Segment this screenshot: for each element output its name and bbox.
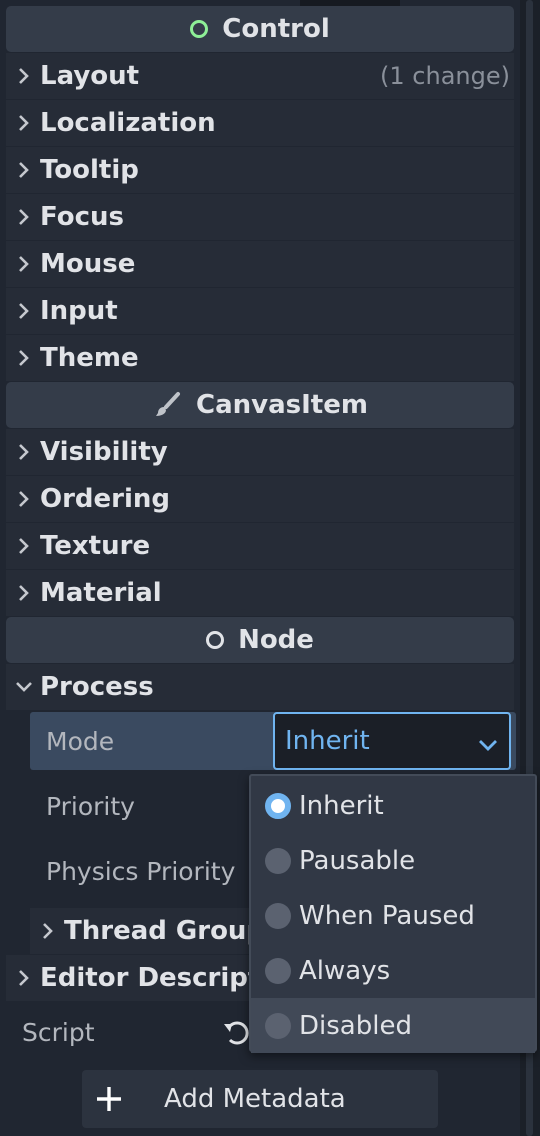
- chevron-right-icon: [12, 349, 36, 367]
- group-label: Layout: [40, 61, 140, 91]
- group-tooltip[interactable]: Tooltip: [6, 147, 514, 193]
- chevron-right-icon: [12, 161, 36, 179]
- mode-dropdown-value: Inherit: [285, 726, 370, 756]
- section-title-control: Control: [222, 14, 330, 44]
- group-label: Texture: [40, 531, 151, 561]
- group-input[interactable]: Input: [6, 288, 514, 334]
- option-inherit[interactable]: Inherit: [251, 778, 535, 833]
- node-ring-icon: [206, 631, 225, 649]
- chevron-right-icon: [12, 255, 36, 273]
- control-ring-icon: [190, 20, 209, 38]
- group-label: Theme: [40, 343, 139, 373]
- add-metadata-button[interactable]: Add Metadata: [82, 1070, 438, 1128]
- mode-options-popup: Inherit Pausable When Paused Always Disa…: [249, 774, 537, 1053]
- group-localization[interactable]: Localization: [6, 100, 514, 146]
- group-label: Visibility: [40, 437, 168, 467]
- group-texture[interactable]: Texture: [6, 523, 514, 569]
- option-label: Always: [299, 955, 391, 986]
- group-label: Thread Group: [64, 916, 266, 946]
- group-label: Tooltip: [40, 155, 139, 185]
- group-theme[interactable]: Theme: [6, 335, 514, 381]
- script-label: Script: [22, 1017, 95, 1047]
- group-label: Ordering: [40, 484, 171, 514]
- option-label: When Paused: [299, 900, 475, 931]
- reset-icon[interactable]: [222, 1018, 252, 1050]
- group-material[interactable]: Material: [6, 570, 514, 616]
- radio-icon: [265, 957, 291, 984]
- chevron-right-icon: [36, 922, 60, 940]
- radio-icon: [265, 847, 291, 874]
- group-mouse[interactable]: Mouse: [6, 241, 514, 287]
- change-count: (1 change): [380, 62, 510, 90]
- chevron-right-icon: [12, 302, 36, 320]
- option-label: Inherit: [299, 790, 384, 821]
- chevron-down-icon: [477, 730, 499, 760]
- group-label: Localization: [40, 108, 216, 138]
- chevron-down-icon: [12, 680, 36, 694]
- radio-checked-icon: [265, 792, 291, 819]
- group-focus[interactable]: Focus: [6, 194, 514, 240]
- chevron-right-icon: [12, 208, 36, 226]
- group-label: Focus: [40, 202, 124, 232]
- group-label: Material: [40, 578, 162, 608]
- option-label: Disabled: [299, 1010, 412, 1041]
- priority-label: Priority: [46, 791, 135, 821]
- group-label: Editor Descripti: [40, 963, 270, 993]
- radio-icon: [265, 1012, 291, 1039]
- group-label: Input: [40, 296, 118, 326]
- radio-icon: [265, 902, 291, 929]
- group-visibility[interactable]: Visibility: [6, 429, 514, 475]
- chevron-right-icon: [12, 67, 36, 85]
- chevron-right-icon: [12, 490, 36, 508]
- group-ordering[interactable]: Ordering: [6, 476, 514, 522]
- option-always[interactable]: Always: [251, 943, 535, 998]
- group-label: Mouse: [40, 249, 136, 279]
- option-pausable[interactable]: Pausable: [251, 833, 535, 888]
- chevron-right-icon: [12, 584, 36, 602]
- mode-property-row: Mode Inherit: [30, 712, 516, 770]
- plus-icon: [94, 1084, 124, 1114]
- section-header-canvasitem: CanvasItem: [6, 382, 514, 428]
- section-title-node: Node: [238, 625, 314, 655]
- chevron-right-icon: [12, 969, 36, 987]
- chevron-right-icon: [12, 537, 36, 555]
- option-when-paused[interactable]: When Paused: [251, 888, 535, 943]
- chevron-right-icon: [12, 114, 36, 132]
- section-header-control: Control: [6, 6, 514, 52]
- option-disabled[interactable]: Disabled: [251, 998, 535, 1053]
- physics-priority-label: Physics Priority: [46, 856, 236, 886]
- group-layout[interactable]: Layout (1 change): [6, 53, 514, 99]
- mode-dropdown[interactable]: Inherit: [273, 712, 511, 770]
- group-label: Process: [40, 672, 154, 702]
- mode-label: Mode: [46, 726, 115, 756]
- option-label: Pausable: [299, 845, 416, 876]
- brush-icon: [152, 390, 182, 420]
- group-process[interactable]: Process: [6, 664, 514, 710]
- chevron-right-icon: [12, 443, 36, 461]
- section-header-node: Node: [6, 617, 514, 663]
- add-metadata-label: Add Metadata: [164, 1084, 346, 1114]
- section-title-canvasitem: CanvasItem: [196, 390, 368, 420]
